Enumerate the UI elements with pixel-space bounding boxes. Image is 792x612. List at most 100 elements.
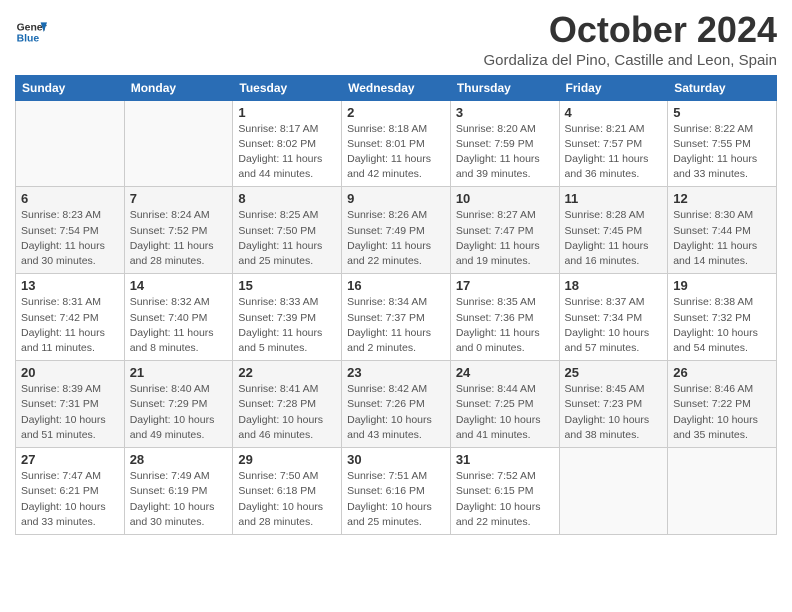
- day-info: Sunrise: 8:21 AM Sunset: 7:57 PM Dayligh…: [565, 122, 663, 183]
- calendar-cell: 15 Sunrise: 8:33 AM Sunset: 7:39 PM Dayli…: [233, 274, 342, 361]
- day-info: Sunrise: 7:52 AM Sunset: 6:15 PM Dayligh…: [456, 469, 554, 530]
- day-number: 2: [347, 105, 445, 120]
- day-number: 19: [673, 278, 771, 293]
- calendar-cell: 9 Sunrise: 8:26 AM Sunset: 7:49 PM Daylig…: [342, 187, 451, 274]
- location-subtitle: Gordaliza del Pino, Castille and Leon, S…: [483, 52, 777, 69]
- calendar-cell: 25 Sunrise: 8:45 AM Sunset: 7:23 PM Dayli…: [559, 361, 668, 448]
- day-number: 8: [238, 191, 336, 206]
- day-info: Sunrise: 8:33 AM Sunset: 7:39 PM Dayligh…: [238, 295, 336, 356]
- day-info: Sunrise: 8:20 AM Sunset: 7:59 PM Dayligh…: [456, 122, 554, 183]
- day-info: Sunrise: 8:18 AM Sunset: 8:01 PM Dayligh…: [347, 122, 445, 183]
- day-number: 24: [456, 365, 554, 380]
- day-number: 31: [456, 452, 554, 467]
- calendar-cell: 21 Sunrise: 8:40 AM Sunset: 7:29 PM Dayli…: [124, 361, 233, 448]
- day-number: 30: [347, 452, 445, 467]
- day-number: 22: [238, 365, 336, 380]
- day-info: Sunrise: 8:25 AM Sunset: 7:50 PM Dayligh…: [238, 208, 336, 269]
- calendar-week-4: 20 Sunrise: 8:39 AM Sunset: 7:31 PM Dayli…: [16, 361, 777, 448]
- calendar-cell: 4 Sunrise: 8:21 AM Sunset: 7:57 PM Daylig…: [559, 100, 668, 187]
- day-number: 16: [347, 278, 445, 293]
- calendar-cell: 17 Sunrise: 8:35 AM Sunset: 7:36 PM Dayli…: [450, 274, 559, 361]
- month-title: October 2024: [483, 10, 777, 50]
- calendar-cell: 20 Sunrise: 8:39 AM Sunset: 7:31 PM Dayli…: [16, 361, 125, 448]
- day-info: Sunrise: 7:49 AM Sunset: 6:19 PM Dayligh…: [130, 469, 228, 530]
- calendar-cell: 7Sunrise: 8:24 AM Sunset: 7:52 PM Daylig…: [124, 187, 233, 274]
- day-number: 23: [347, 365, 445, 380]
- calendar-cell: 31 Sunrise: 7:52 AM Sunset: 6:15 PM Dayli…: [450, 448, 559, 535]
- day-info: Sunrise: 8:37 AM Sunset: 7:34 PM Dayligh…: [565, 295, 663, 356]
- calendar-header-friday: Friday: [559, 75, 668, 100]
- calendar-cell: 5 Sunrise: 8:22 AM Sunset: 7:55 PM Daylig…: [668, 100, 777, 187]
- day-number: 27: [21, 452, 119, 467]
- day-number: 26: [673, 365, 771, 380]
- calendar-week-3: 13 Sunrise: 8:31 AM Sunset: 7:42 PM Dayli…: [16, 274, 777, 361]
- day-info: Sunrise: 8:32 AM Sunset: 7:40 PM Dayligh…: [130, 295, 228, 356]
- day-number: 25: [565, 365, 663, 380]
- calendar-cell: 30Sunrise: 7:51 AM Sunset: 6:16 PM Dayli…: [342, 448, 451, 535]
- calendar-week-1: 1 Sunrise: 8:17 AM Sunset: 8:02 PM Daylig…: [16, 100, 777, 187]
- day-number: 3: [456, 105, 554, 120]
- calendar-cell: 18 Sunrise: 8:37 AM Sunset: 7:34 PM Dayli…: [559, 274, 668, 361]
- day-info: Sunrise: 8:38 AM Sunset: 7:32 PM Dayligh…: [673, 295, 771, 356]
- day-info: Sunrise: 8:31 AM Sunset: 7:42 PM Dayligh…: [21, 295, 119, 356]
- calendar-header-saturday: Saturday: [668, 75, 777, 100]
- calendar-cell: [559, 448, 668, 535]
- day-number: 9: [347, 191, 445, 206]
- day-info: Sunrise: 8:23 AM Sunset: 7:54 PM Dayligh…: [21, 208, 119, 269]
- day-number: 18: [565, 278, 663, 293]
- day-info: Sunrise: 8:28 AM Sunset: 7:45 PM Dayligh…: [565, 208, 663, 269]
- day-number: 13: [21, 278, 119, 293]
- day-info: Sunrise: 8:41 AM Sunset: 7:28 PM Dayligh…: [238, 382, 336, 443]
- day-info: Sunrise: 8:30 AM Sunset: 7:44 PM Dayligh…: [673, 208, 771, 269]
- title-block: October 2024 Gordaliza del Pino, Castill…: [483, 10, 777, 69]
- calendar-cell: 13 Sunrise: 8:31 AM Sunset: 7:42 PM Dayli…: [16, 274, 125, 361]
- day-info: Sunrise: 8:26 AM Sunset: 7:49 PM Dayligh…: [347, 208, 445, 269]
- day-number: 28: [130, 452, 228, 467]
- day-number: 14: [130, 278, 228, 293]
- day-number: 12: [673, 191, 771, 206]
- calendar-cell: 14 Sunrise: 8:32 AM Sunset: 7:40 PM Dayli…: [124, 274, 233, 361]
- calendar-week-2: 6 Sunrise: 8:23 AM Sunset: 7:54 PM Daylig…: [16, 187, 777, 274]
- day-info: Sunrise: 8:27 AM Sunset: 7:47 PM Dayligh…: [456, 208, 554, 269]
- day-info: Sunrise: 8:17 AM Sunset: 8:02 PM Dayligh…: [238, 122, 336, 183]
- day-info: Sunrise: 8:22 AM Sunset: 7:55 PM Dayligh…: [673, 122, 771, 183]
- day-number: 4: [565, 105, 663, 120]
- svg-text:Blue: Blue: [17, 34, 40, 45]
- day-number: 20: [21, 365, 119, 380]
- calendar-cell: 6 Sunrise: 8:23 AM Sunset: 7:54 PM Daylig…: [16, 187, 125, 274]
- day-info: Sunrise: 8:24 AM Sunset: 7:52 PM Dayligh…: [130, 208, 228, 269]
- day-number: 21: [130, 365, 228, 380]
- calendar-header-thursday: Thursday: [450, 75, 559, 100]
- day-number: 17: [456, 278, 554, 293]
- page-header: General Blue October 2024 Gordaliza del …: [15, 10, 777, 69]
- calendar-header-row: SundayMondayTuesdayWednesdayThursdayFrid…: [16, 75, 777, 100]
- calendar-cell: 19 Sunrise: 8:38 AM Sunset: 7:32 PM Dayli…: [668, 274, 777, 361]
- day-number: 6: [21, 191, 119, 206]
- day-number: 11: [565, 191, 663, 206]
- logo: General Blue: [15, 16, 47, 48]
- calendar-cell: [668, 448, 777, 535]
- calendar-cell: [124, 100, 233, 187]
- calendar-cell: 11 Sunrise: 8:28 AM Sunset: 7:45 PM Dayli…: [559, 187, 668, 274]
- calendar-cell: 16Sunrise: 8:34 AM Sunset: 7:37 PM Dayli…: [342, 274, 451, 361]
- calendar-header-sunday: Sunday: [16, 75, 125, 100]
- calendar-cell: 28 Sunrise: 7:49 AM Sunset: 6:19 PM Dayli…: [124, 448, 233, 535]
- logo-icon: General Blue: [15, 16, 47, 48]
- calendar-cell: 29Sunrise: 7:50 AM Sunset: 6:18 PM Dayli…: [233, 448, 342, 535]
- day-number: 1: [238, 105, 336, 120]
- day-info: Sunrise: 8:39 AM Sunset: 7:31 PM Dayligh…: [21, 382, 119, 443]
- day-info: Sunrise: 8:35 AM Sunset: 7:36 PM Dayligh…: [456, 295, 554, 356]
- calendar-week-5: 27 Sunrise: 7:47 AM Sunset: 6:21 PM Dayli…: [16, 448, 777, 535]
- day-info: Sunrise: 7:50 AM Sunset: 6:18 PM Dayligh…: [238, 469, 336, 530]
- calendar-cell: 1 Sunrise: 8:17 AM Sunset: 8:02 PM Daylig…: [233, 100, 342, 187]
- calendar-cell: 26Sunrise: 8:46 AM Sunset: 7:22 PM Dayli…: [668, 361, 777, 448]
- calendar-cell: 3 Sunrise: 8:20 AM Sunset: 7:59 PM Daylig…: [450, 100, 559, 187]
- day-info: Sunrise: 8:40 AM Sunset: 7:29 PM Dayligh…: [130, 382, 228, 443]
- calendar-cell: [16, 100, 125, 187]
- calendar-header-monday: Monday: [124, 75, 233, 100]
- day-number: 15: [238, 278, 336, 293]
- calendar-cell: 10Sunrise: 8:27 AM Sunset: 7:47 PM Dayli…: [450, 187, 559, 274]
- day-info: Sunrise: 8:45 AM Sunset: 7:23 PM Dayligh…: [565, 382, 663, 443]
- day-info: Sunrise: 7:47 AM Sunset: 6:21 PM Dayligh…: [21, 469, 119, 530]
- day-number: 5: [673, 105, 771, 120]
